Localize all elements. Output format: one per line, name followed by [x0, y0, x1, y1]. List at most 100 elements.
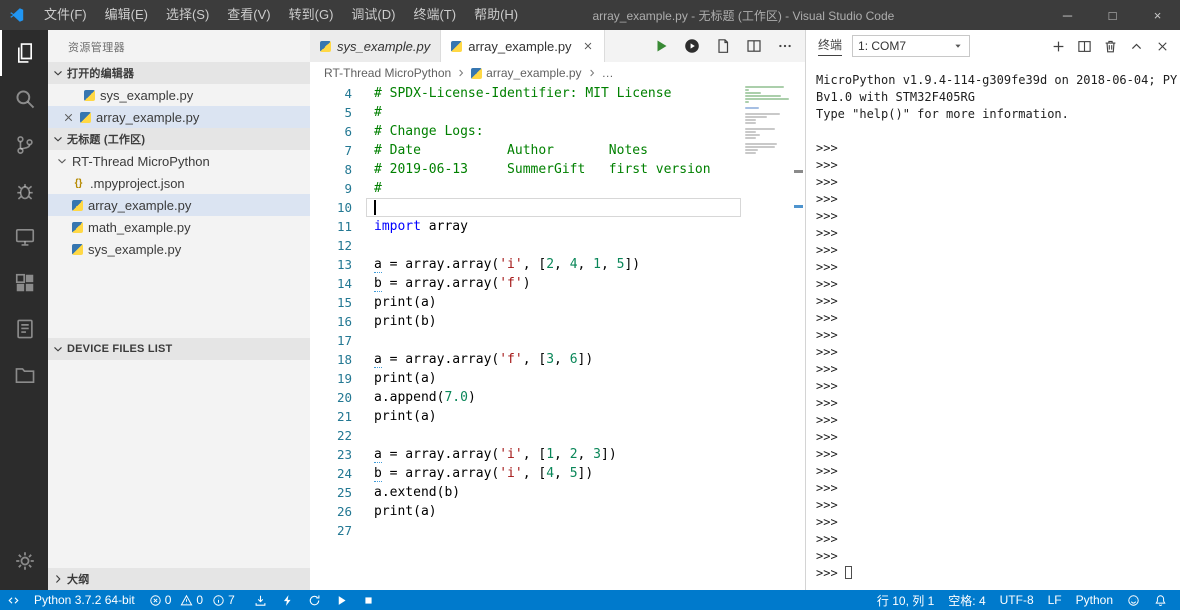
code-line[interactable]: 14 b = array.array('f')	[310, 274, 743, 293]
menu-selection[interactable]: 选择(S)	[157, 0, 218, 30]
status-encoding[interactable]: UTF-8	[993, 590, 1041, 610]
status-stop-program[interactable]	[355, 590, 382, 610]
tree-item-rt-thread-micropython[interactable]: RT-Thread MicroPython	[48, 150, 310, 172]
breadcrumb-item[interactable]: array_example.py	[471, 66, 582, 80]
window-maximize-button[interactable]: □	[1090, 0, 1135, 30]
tree-item-sys-example-py[interactable]: sys_example.py	[48, 238, 310, 260]
code-line[interactable]: 8 # 2019-06-13 SummerGift first version	[310, 160, 743, 179]
line-number[interactable]: 10	[310, 198, 374, 217]
status-feedback[interactable]	[1120, 590, 1147, 610]
line-number[interactable]: 15	[310, 293, 374, 312]
line-number[interactable]: 11	[310, 217, 374, 236]
section-outline[interactable]: 大纲	[48, 568, 310, 590]
line-number[interactable]: 18	[310, 350, 374, 369]
line-number[interactable]: 19	[310, 369, 374, 388]
code-line[interactable]: 12	[310, 236, 743, 255]
menu-view[interactable]: 查看(V)	[218, 0, 279, 30]
terminal-tab[interactable]: 终端	[818, 36, 843, 56]
code-line[interactable]: 13 a = array.array('i', [2, 4, 1, 5])	[310, 255, 743, 274]
breadcrumb-item[interactable]: …	[602, 66, 614, 80]
activity-remote-device[interactable]	[0, 214, 48, 260]
split-terminal-icon[interactable]	[1077, 39, 1092, 54]
line-number[interactable]: 26	[310, 502, 374, 521]
status-language-mode[interactable]: Python	[1069, 590, 1120, 610]
tree-item-array-example-py[interactable]: array_example.py	[48, 194, 310, 216]
terminal-input-line[interactable]: >>>	[816, 565, 1170, 582]
status-run-program[interactable]	[328, 590, 355, 610]
line-number[interactable]: 5	[310, 103, 374, 122]
code-editor[interactable]: 4 # SPDX-License-Identifier: MIT License 5…	[310, 84, 805, 590]
maximize-panel-icon[interactable]	[1129, 39, 1144, 54]
code-line[interactable]: 25 a.extend(b)	[310, 483, 743, 502]
code-line[interactable]: 10	[310, 198, 743, 217]
close-editor-icon[interactable]	[62, 111, 75, 124]
activity-settings[interactable]	[0, 538, 48, 584]
status-eol[interactable]: LF	[1041, 590, 1069, 610]
terminal-output[interactable]: MicroPython v1.9.4-114-g309fe39d on 2018…	[806, 62, 1180, 590]
line-number[interactable]: 21	[310, 407, 374, 426]
code-line[interactable]: 4 # SPDX-License-Identifier: MIT License	[310, 84, 743, 103]
more-actions-button[interactable]	[777, 38, 793, 54]
code-line[interactable]: 27	[310, 521, 743, 540]
open-document-button[interactable]	[715, 38, 731, 54]
code-line[interactable]: 24 b = array.array('i', [4, 5])	[310, 464, 743, 483]
section-open-editors[interactable]: 打开的编辑器	[48, 62, 310, 84]
menu-go[interactable]: 转到(G)	[280, 0, 343, 30]
line-number[interactable]: 7	[310, 141, 374, 160]
close-panel-icon[interactable]	[1155, 39, 1170, 54]
menu-terminal[interactable]: 终端(T)	[404, 0, 465, 30]
code-line[interactable]: 5 #	[310, 103, 743, 122]
line-number[interactable]: 25	[310, 483, 374, 502]
code-line[interactable]: 17	[310, 331, 743, 350]
run-python-file-button[interactable]	[653, 38, 669, 54]
tab-sys-example-py[interactable]: sys_example.py	[310, 30, 442, 62]
section-device-files[interactable]: DEVICE FILES LIST	[48, 338, 310, 360]
activity-explorer[interactable]	[0, 30, 48, 76]
code-line[interactable]: 6 # Change Logs:	[310, 122, 743, 141]
status-python-interpreter[interactable]: Python 3.7.2 64-bit	[27, 590, 142, 610]
tree-item-mpyproject-json[interactable]: .mpyproject.json	[48, 172, 310, 194]
window-close-button[interactable]: ×	[1135, 0, 1180, 30]
status-download-to-device[interactable]	[247, 590, 274, 610]
section-workspace[interactable]: 无标题 (工作区)	[48, 128, 310, 150]
code-line[interactable]: 18 a = array.array('f', [3, 6])	[310, 350, 743, 369]
line-number[interactable]: 9	[310, 179, 374, 198]
line-number[interactable]: 22	[310, 426, 374, 445]
code-line[interactable]: 7 # Date Author Notes	[310, 141, 743, 160]
split-editor-button[interactable]	[746, 38, 762, 54]
line-number[interactable]: 12	[310, 236, 374, 255]
open-editor-item[interactable]: array_example.py	[48, 106, 310, 128]
line-number[interactable]: 14	[310, 274, 374, 293]
run-on-device-button[interactable]	[684, 38, 700, 54]
activity-search[interactable]	[0, 76, 48, 122]
code-line[interactable]: 21 print(a)	[310, 407, 743, 426]
activity-debug[interactable]	[0, 168, 48, 214]
code-lines[interactable]: 4 # SPDX-License-Identifier: MIT License 5…	[310, 84, 743, 590]
kill-terminal-icon[interactable]	[1103, 39, 1118, 54]
line-number[interactable]: 16	[310, 312, 374, 331]
activity-project-notes[interactable]	[0, 306, 48, 352]
close-tab-icon[interactable]	[582, 40, 594, 52]
menu-file[interactable]: 文件(F)	[35, 0, 96, 30]
code-line[interactable]: 26 print(a)	[310, 502, 743, 521]
status-problems[interactable]: 0 0 7	[142, 590, 247, 610]
line-number[interactable]: 24	[310, 464, 374, 483]
line-number[interactable]: 20	[310, 388, 374, 407]
overview-ruler[interactable]	[791, 84, 805, 590]
window-minimize-button[interactable]: ─	[1045, 0, 1090, 30]
tree-item-math-example-py[interactable]: math_example.py	[48, 216, 310, 238]
status-indentation[interactable]: 空格: 4	[941, 590, 992, 610]
line-number[interactable]: 4	[310, 84, 374, 103]
code-line[interactable]: 22	[310, 426, 743, 445]
new-terminal-icon[interactable]	[1051, 39, 1066, 54]
menu-edit[interactable]: 编辑(E)	[96, 0, 157, 30]
line-number[interactable]: 23	[310, 445, 374, 464]
code-line[interactable]: 9 #	[310, 179, 743, 198]
line-number[interactable]: 8	[310, 160, 374, 179]
code-line[interactable]: 11 import array	[310, 217, 743, 236]
line-number[interactable]: 17	[310, 331, 374, 350]
line-number[interactable]: 6	[310, 122, 374, 141]
line-number[interactable]: 13	[310, 255, 374, 274]
activity-file-browser[interactable]	[0, 352, 48, 398]
activity-source-control[interactable]	[0, 122, 48, 168]
